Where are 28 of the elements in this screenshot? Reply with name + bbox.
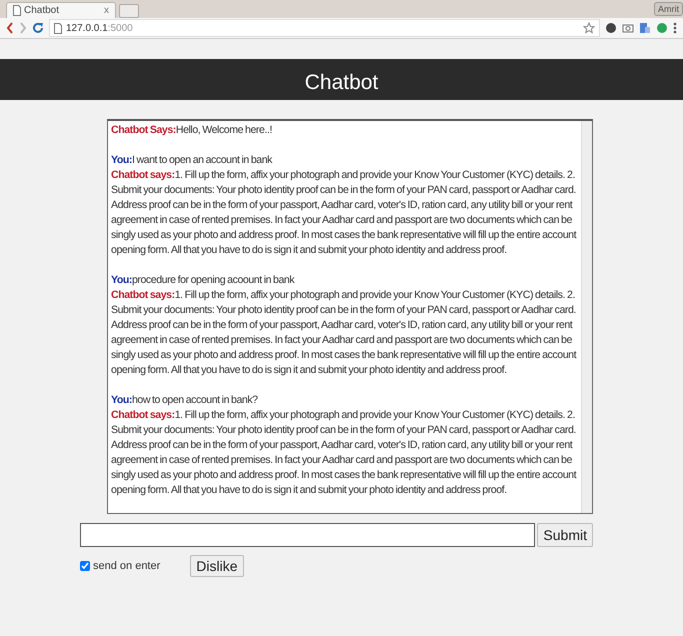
submit-button[interactable]: Submit <box>537 523 593 547</box>
message-input[interactable] <box>80 523 536 547</box>
chat-message: You:how to open account in bank? <box>111 393 259 408</box>
browser-tab[interactable]: Chatbot x <box>6 2 116 18</box>
page-icon <box>13 5 21 16</box>
checkbox-label: send on enter <box>93 560 160 572</box>
page-title: Chatbot <box>304 71 378 95</box>
chat-message: Chatbot says:1. Fill up the form, affix your photograph and provide your Know Your Customer (KYC) details. 2. Submit your documents: Your photo identity proof can be in the form of your PAN card, passport or Aadhar card. Address proof can be in the form of your passport, Aadhar card, voter's ID, ration card, any utility bill or your rent agreement in case of rented premises. In fact your Aadhar card and passport are two documents which can be singly used as your photo and address proof. In most cases the bank representative will fill up the entire account opening form. All that you have to do is sign it and submit your photo identity and address proof. <box>111 408 578 498</box>
extension-icon[interactable] <box>605 22 617 34</box>
address-bar[interactable]: 127.0.0.1:5000 <box>49 19 600 37</box>
chat-message: Chatbot says:1. Fill up the form, affix your photograph and provide your Know Your Customer (KYC) details. 2. Submit your documents: Your photo identity proof can be in the form of your PAN card, passport or Aadhar card. Address proof can be in the form of your passport, Aadhar card, voter's ID, ration card, any utility bill or your rent agreement in case of rented premises. In fact your Aadhar card and passport are two documents which can be singly used as your photo and address proof. In most cases the bank representative will fill up the entire account opening form. All that you have to do is sign it and submit your photo identity and address proof. <box>111 168 578 258</box>
menu-icon[interactable] <box>673 22 677 34</box>
url-text: 127.0.0.1:5000 <box>66 22 134 34</box>
camera-icon[interactable] <box>622 22 634 34</box>
chat-message: You:procedure for opening acoount in bank <box>111 273 296 288</box>
scrollbar[interactable] <box>581 121 592 513</box>
page-icon <box>54 22 62 34</box>
tab-title: Chatbot <box>24 5 60 16</box>
chat-message: Chatbot Says:Hello, Welcome here..! <box>111 123 273 138</box>
reload-icon[interactable] <box>32 22 44 34</box>
star-icon[interactable] <box>583 22 595 34</box>
send-on-enter-checkbox[interactable] <box>80 561 90 571</box>
back-icon[interactable] <box>6 22 14 34</box>
profile-button[interactable]: Amrit <box>654 2 683 16</box>
dislike-button[interactable]: Dislike <box>190 555 244 577</box>
close-tab-button[interactable]: x <box>104 5 109 16</box>
chat-message: Chatbot says:1. Fill up the form, affix your photograph and provide your Know Your Customer (KYC) details. 2. Submit your documents: Your photo identity proof can be in the form of your PAN card, passport or Aadhar card. Address proof can be in the form of your passport, Aadhar card, voter's ID, ration card, any utility bill or your rent agreement in case of rented premises. In fact your Aadhar card and passport are two documents which can be singly used as your photo and address proof. In most cases the bank representative will fill up the entire account opening form. All that you have to do is sign it and submit your photo identity and address proof. <box>111 288 578 378</box>
chat-message: You:I want to open an account in bank <box>111 153 274 168</box>
